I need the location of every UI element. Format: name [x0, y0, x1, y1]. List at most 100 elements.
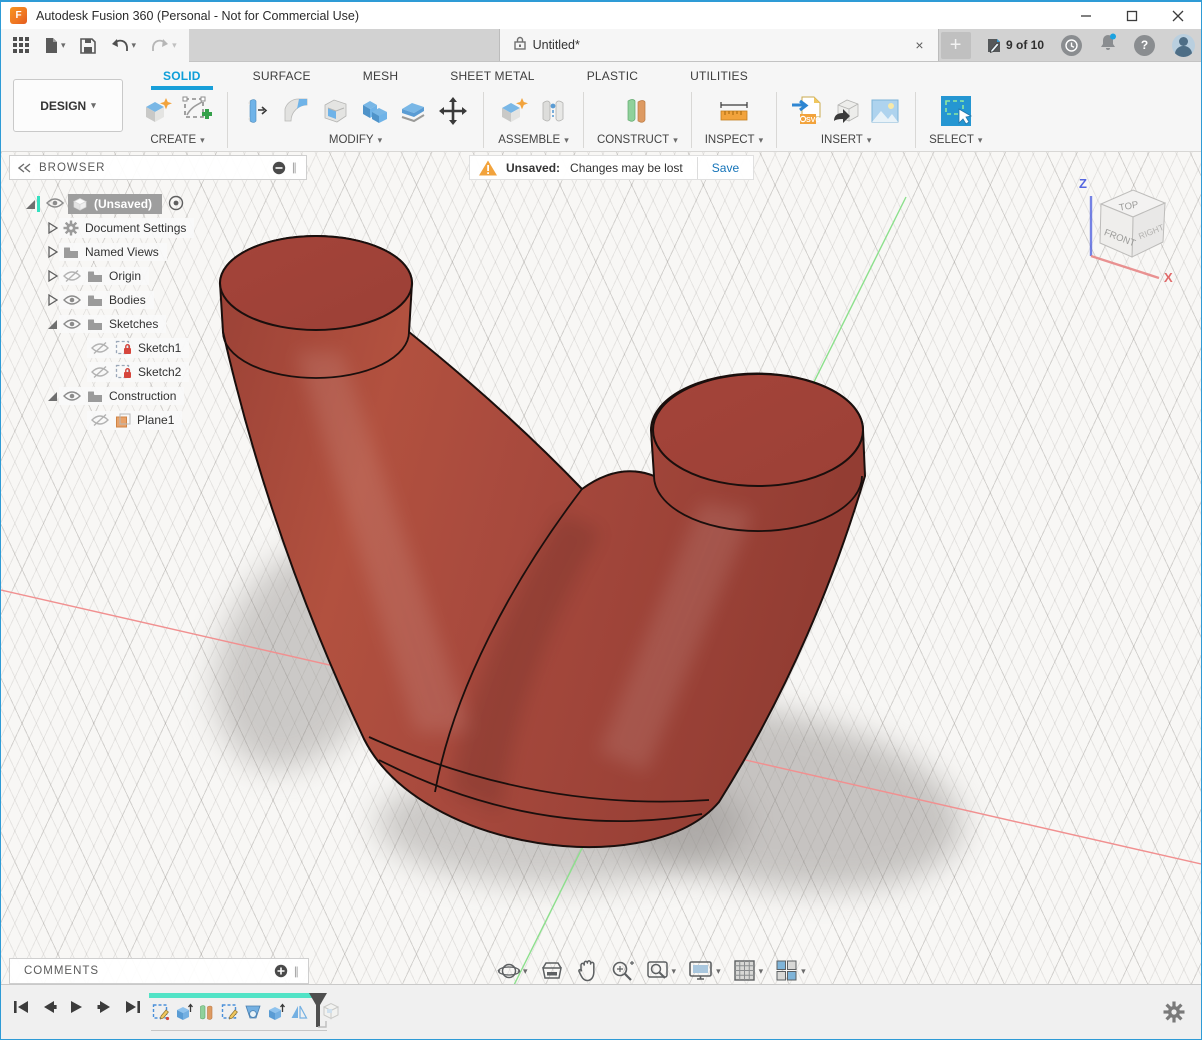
visibility-eye-icon[interactable] [46, 197, 64, 212]
document-tab[interactable]: Untitled* × [499, 29, 939, 61]
workspace-selector[interactable]: DESIGN ▾ [13, 79, 123, 132]
panel-grip[interactable]: ∥ [294, 965, 301, 978]
eye-off-icon[interactable] [91, 366, 109, 378]
file-menu-button[interactable]: ▾ [40, 34, 70, 57]
display-settings-button[interactable]: ▾ [686, 957, 723, 985]
insert-canvas-icon[interactable] [868, 94, 902, 128]
version-badge[interactable]: 9 of 10 [986, 37, 1044, 54]
expander-icon[interactable] [45, 269, 59, 283]
modify-menu[interactable]: MODIFY▾ [329, 134, 382, 146]
construct-menu[interactable]: CONSTRUCT▾ [597, 134, 678, 146]
zoom-button[interactable] [608, 957, 636, 985]
notifications-icon[interactable] [1099, 33, 1117, 57]
timeline-feature-suppressed[interactable] [321, 1000, 341, 1027]
comments-bar[interactable]: COMMENTS ∥ [9, 958, 309, 984]
timeline-feature-sketch2[interactable] [220, 1000, 239, 1024]
insert-menu[interactable]: INSERT▾ [821, 134, 872, 146]
go-to-start-button[interactable] [13, 999, 29, 1015]
pan-button[interactable] [574, 957, 600, 985]
eye-icon[interactable] [63, 318, 81, 330]
job-status-icon[interactable] [1061, 35, 1082, 56]
browser-header[interactable]: BROWSER ∥ [9, 155, 307, 180]
expander-icon[interactable] [45, 293, 59, 307]
3d-viewport[interactable]: Z X TOP FRONT RIGHT BROWSER ∥ [1, 152, 1201, 987]
view-cube[interactable]: Z X TOP FRONT RIGHT [1067, 164, 1191, 291]
timeline-settings-gear-icon[interactable] [1163, 1001, 1185, 1028]
browser-item-document-settings[interactable]: Document Settings [9, 216, 307, 240]
browser-item-origin[interactable]: Origin [9, 264, 307, 288]
user-avatar[interactable] [1172, 34, 1195, 57]
select-icon[interactable] [939, 94, 973, 128]
browser-item-construction[interactable]: Construction [9, 384, 307, 408]
construction-plane-icon[interactable] [620, 94, 654, 128]
close-button[interactable] [1155, 2, 1201, 29]
grid-snap-button[interactable]: ▾ [731, 957, 766, 985]
create-menu[interactable]: CREATE▾ [150, 134, 204, 146]
help-icon[interactable]: ? [1134, 35, 1155, 56]
timeline-feature-plane[interactable] [197, 1000, 216, 1024]
timeline-track[interactable] [149, 993, 1141, 1033]
browser-item-bodies[interactable]: Bodies [9, 288, 307, 312]
browser-item-named-views[interactable]: Named Views [9, 240, 307, 264]
tab-sheet-metal[interactable]: SHEET METAL [424, 65, 560, 90]
panel-grip[interactable]: ∥ [292, 161, 299, 174]
measure-icon[interactable] [717, 94, 751, 128]
fillet-icon[interactable] [280, 94, 314, 128]
tab-mesh[interactable]: MESH [337, 65, 424, 90]
browser-item-root[interactable]: (Unsaved) [9, 192, 307, 216]
collapse-panel-icon[interactable] [18, 163, 31, 173]
tab-close-icon[interactable]: × [911, 37, 927, 53]
eye-off-icon[interactable] [63, 270, 81, 283]
browser-item-plane1[interactable]: Plane1 [9, 408, 307, 432]
save-link[interactable]: Save [697, 157, 753, 179]
browser-item-sketch1[interactable]: Sketch1 [9, 336, 307, 360]
expander-icon[interactable] [45, 390, 59, 403]
undo-button[interactable]: ▾ [106, 35, 141, 57]
add-comment-icon[interactable] [274, 964, 288, 978]
tab-utilities[interactable]: UTILITIES [664, 65, 774, 90]
new-component-icon[interactable] [497, 94, 531, 128]
timeline-feature-loft[interactable] [243, 1000, 262, 1024]
inspect-menu[interactable]: INSPECT▾ [705, 134, 763, 146]
expander-icon[interactable] [23, 198, 37, 211]
tab-solid[interactable]: SOLID [137, 65, 227, 90]
root-document-chip[interactable]: (Unsaved) [68, 194, 162, 214]
maximize-button[interactable] [1109, 2, 1155, 29]
save-button[interactable] [76, 35, 100, 57]
move-icon[interactable] [436, 94, 470, 128]
timeline-feature-extrude1[interactable] [174, 1000, 193, 1024]
fit-button[interactable]: ▾ [644, 957, 679, 985]
new-body-icon[interactable] [141, 94, 175, 128]
joint-icon[interactable] [536, 94, 570, 128]
step-back-button[interactable] [41, 999, 57, 1015]
combine-icon[interactable] [358, 94, 392, 128]
timeline-feature-sketch1[interactable] [151, 1000, 170, 1024]
select-menu[interactable]: SELECT▾ [929, 134, 982, 146]
look-at-button[interactable] [538, 958, 566, 984]
offset-face-icon[interactable] [397, 94, 431, 128]
eye-off-icon[interactable] [91, 342, 109, 354]
expander-icon[interactable] [45, 221, 59, 235]
redo-button[interactable]: ▾ [146, 35, 181, 57]
activate-component-radio[interactable] [168, 195, 184, 214]
viewports-button[interactable]: ▾ [773, 957, 808, 985]
tab-plastic[interactable]: PLASTIC [561, 65, 664, 90]
assemble-menu[interactable]: ASSEMBLE▾ [498, 134, 569, 146]
eye-icon[interactable] [63, 390, 81, 402]
play-button[interactable] [69, 999, 85, 1015]
browser-item-sketches[interactable]: Sketches [9, 312, 307, 336]
hide-panel-icon[interactable] [272, 161, 286, 175]
tab-surface[interactable]: SURFACE [227, 65, 337, 90]
shell-icon[interactable] [319, 94, 353, 128]
eye-icon[interactable] [63, 294, 81, 306]
orbit-button[interactable]: ▾ [495, 957, 530, 985]
expander-icon[interactable] [45, 318, 59, 331]
app-grid-icon[interactable] [9, 34, 34, 57]
timeline-feature-extrude2[interactable] [266, 1000, 285, 1024]
browser-item-sketch2[interactable]: Sketch2 [9, 360, 307, 384]
expander-icon[interactable] [45, 245, 59, 259]
insert-derive-icon[interactable] [829, 94, 863, 128]
insert-svg-icon[interactable]: SVG [790, 94, 824, 128]
press-pull-icon[interactable] [241, 94, 275, 128]
timeline-feature-mirror[interactable] [289, 1000, 308, 1024]
